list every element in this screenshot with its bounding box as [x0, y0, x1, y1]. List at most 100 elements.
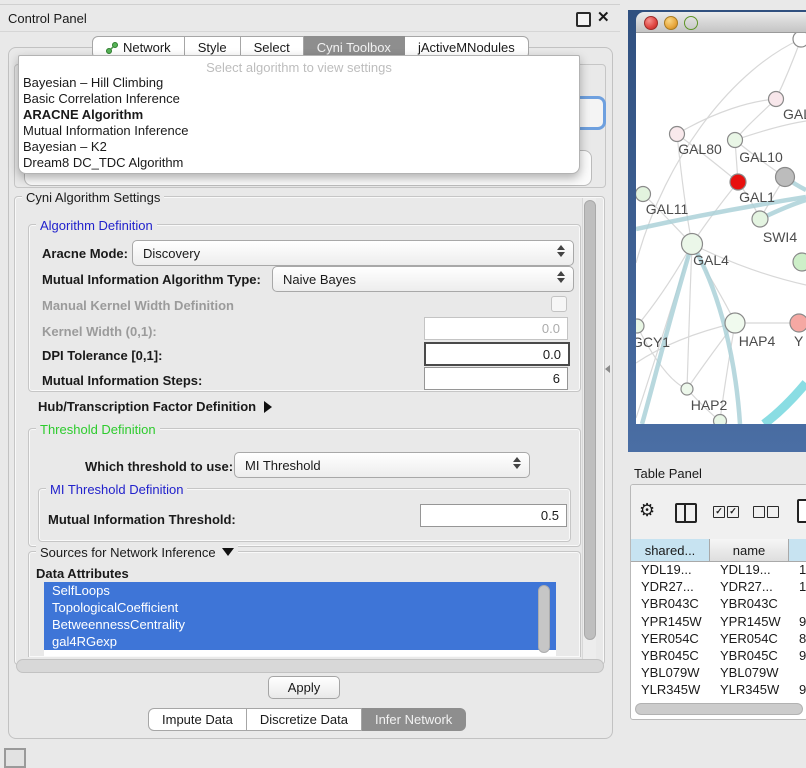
- column-header-partial[interactable]: [789, 539, 806, 561]
- close-panel-icon[interactable]: ✕: [597, 8, 610, 26]
- list-scrollbar-thumb[interactable]: [538, 585, 550, 653]
- checkbox-checked-icon[interactable]: ✓: [713, 506, 725, 518]
- column-header-shared[interactable]: shared...: [631, 539, 710, 561]
- chevron-right-icon: [264, 401, 272, 413]
- node[interactable]: [769, 92, 784, 107]
- cell: 9.: [789, 648, 806, 663]
- table-row[interactable]: YBR043CYBR043C: [631, 595, 806, 612]
- manual-kernel-label: Manual Kernel Width Definition: [42, 298, 234, 313]
- kernel-width-input[interactable]: 0.0: [424, 317, 568, 340]
- tab-impute-data[interactable]: Impute Data: [148, 708, 247, 731]
- node-gal80[interactable]: [670, 127, 685, 142]
- algorithm-option[interactable]: Basic Correlation Inference: [19, 91, 579, 107]
- panel-resize-arrow-icon[interactable]: [605, 365, 610, 373]
- apply-button-label: Apply: [288, 680, 321, 695]
- node[interactable]: [793, 253, 806, 271]
- mi-type-label: Mutual Information Algorithm Type:: [42, 272, 261, 287]
- mi-type-combo[interactable]: Naive Bayes: [272, 266, 574, 292]
- settings-scrollbar-thumb[interactable]: [584, 200, 596, 640]
- table-panel: ⚙ ✓ ✓ shared... name YDL19...YDL19...13 …: [630, 484, 806, 720]
- columns-icon[interactable]: [675, 503, 697, 523]
- tab-discretize-data[interactable]: Discretize Data: [247, 708, 362, 731]
- node-hap4[interactable]: [725, 313, 745, 333]
- data-attributes-list[interactable]: SelfLoops TopologicalCoefficient Between…: [44, 582, 556, 656]
- minimize-traffic-light-icon[interactable]: [664, 16, 678, 30]
- table-row[interactable]: YBR045CYBR045C9.: [631, 647, 806, 664]
- dpi-tolerance-input[interactable]: 0.0: [424, 342, 570, 366]
- checkbox-unchecked-icon[interactable]: [753, 506, 765, 518]
- table-row[interactable]: YPR145WYPR145W9.: [631, 613, 806, 630]
- hub-section-toggle[interactable]: Hub/Transcription Factor Definition: [38, 399, 272, 414]
- apply-button[interactable]: Apply: [268, 676, 340, 699]
- table-panel-title: Table Panel: [634, 466, 702, 481]
- mi-threshold-input[interactable]: 0.5: [420, 504, 567, 527]
- checkbox-unchecked-icon[interactable]: [767, 506, 779, 518]
- zoom-traffic-light-icon[interactable]: [684, 16, 698, 30]
- mi-steps-input[interactable]: 6: [424, 367, 568, 390]
- list-item[interactable]: SelfLoops: [44, 582, 556, 599]
- which-threshold-combo[interactable]: MI Threshold: [234, 452, 530, 478]
- table-row[interactable]: YLR345WYLR345W9.: [631, 681, 806, 698]
- cyni-settings-title: Cyni Algorithm Settings: [22, 190, 164, 205]
- gear-icon[interactable]: ⚙: [639, 500, 655, 521]
- node[interactable]: [776, 168, 795, 187]
- table-row[interactable]: YER054CYER054C8.: [631, 630, 806, 647]
- popup-placeholder: Select algorithm to view settings: [19, 56, 579, 75]
- tab-jactivemnodules-label: jActiveMNodules: [418, 40, 515, 55]
- network-view-canvas[interactable]: GAL GAL80 GAL10 GAL1 GAL11 SWI4 GAL4 GCY…: [636, 33, 806, 424]
- document-icon[interactable]: [797, 499, 806, 523]
- table-row[interactable]: YBL079WYBL079W: [631, 664, 806, 681]
- algorithm-option[interactable]: Bayesian – K2: [19, 139, 579, 155]
- node[interactable]: [714, 415, 727, 425]
- node[interactable]: [790, 314, 806, 332]
- table-row[interactable]: YDR27...YDR27...12: [631, 578, 806, 595]
- algorithm-dropdown-popup: Select algorithm to view settings Bayesi…: [18, 55, 580, 174]
- sources-group-toggle[interactable]: Sources for Network Inference: [36, 545, 238, 560]
- node-label: SWI4: [763, 229, 797, 245]
- table-row[interactable]: YDL19...YDL19...13: [631, 561, 806, 578]
- node-gal11[interactable]: [636, 187, 651, 202]
- algorithm-option[interactable]: Mutual Information Inference: [19, 123, 579, 139]
- node-label: GAL80: [678, 141, 722, 157]
- docked-panel-icon[interactable]: [4, 748, 26, 768]
- network-window-titlebar[interactable]: [636, 12, 806, 33]
- cyni-bottom-tabbar: Impute Data Discretize Data Infer Networ…: [148, 708, 466, 730]
- mi-type-value: Naive Bayes: [283, 272, 356, 287]
- algorithm-option-selected[interactable]: ARACNE Algorithm: [19, 107, 579, 123]
- dpi-tolerance-label: DPI Tolerance [0,1]:: [42, 348, 162, 363]
- table-hscrollbar[interactable]: [635, 703, 803, 715]
- close-traffic-light-icon[interactable]: [644, 16, 658, 30]
- column-header-name[interactable]: name: [710, 539, 789, 561]
- node-label: GAL1: [739, 189, 775, 205]
- list-item[interactable]: TopologicalCoefficient: [44, 599, 556, 616]
- cell: YIL052C: [710, 700, 789, 701]
- aracne-mode-combo[interactable]: Discovery: [132, 240, 574, 266]
- algorithm-option[interactable]: Bayesian – Hill Climbing: [19, 75, 579, 91]
- node-label: GAL11: [646, 201, 689, 217]
- cell: YBR043C: [710, 596, 789, 611]
- float-panel-icon[interactable]: [576, 12, 591, 27]
- node[interactable]: [793, 33, 806, 47]
- node-gal1[interactable]: [730, 174, 746, 190]
- stepper-arrows-icon: [557, 271, 565, 283]
- list-item[interactable]: gal4RGexp: [44, 633, 556, 650]
- node-gal10[interactable]: [728, 133, 743, 148]
- cell: YDR27...: [710, 579, 789, 594]
- checkbox-checked-icon[interactable]: ✓: [727, 506, 739, 518]
- node-label: GAL4: [693, 252, 729, 268]
- tab-infer-network[interactable]: Infer Network: [362, 708, 466, 731]
- node-gcy1[interactable]: [636, 319, 644, 333]
- node-hap2[interactable]: [681, 383, 693, 395]
- table-body[interactable]: YDL19...YDL19...13 YDR27...YDR27...12 YB…: [631, 561, 806, 701]
- algorithm-option[interactable]: Dream8 DC_TDC Algorithm: [19, 155, 579, 171]
- settings-hscrollbar[interactable]: [16, 659, 604, 673]
- list-item[interactable]: BetweennessCentrality: [44, 616, 556, 633]
- table-row[interactable]: YIL052CYIL052C9: [631, 699, 806, 702]
- stepper-arrows-icon: [513, 457, 521, 469]
- cell: YBR043C: [631, 596, 710, 611]
- node-label: HAP4: [739, 333, 776, 349]
- manual-kernel-checkbox[interactable]: [551, 296, 567, 312]
- node-label: Y: [794, 333, 804, 349]
- node-swi4[interactable]: [752, 211, 768, 227]
- cell: YBL079W: [631, 665, 710, 680]
